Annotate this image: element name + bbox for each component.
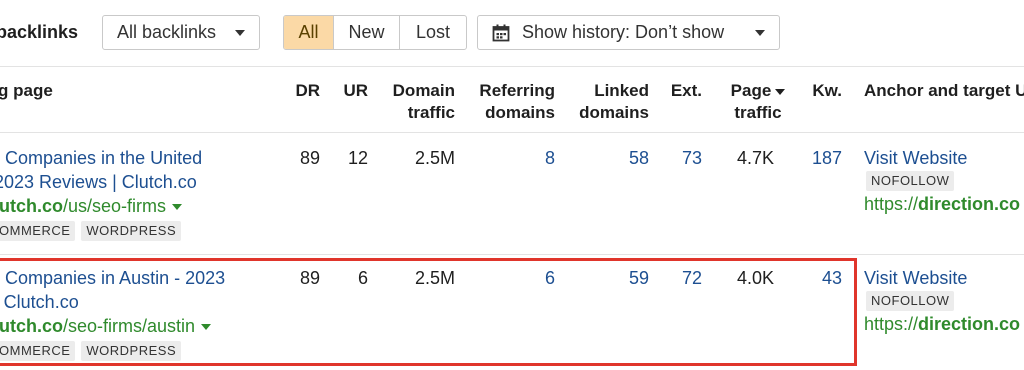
col-header-page-traffic-line1: Page [730,81,772,100]
divider [0,254,1024,255]
referring-page-url[interactable]: lutch.co/us/seo-firms [0,194,202,218]
col-header-ur[interactable]: UR [328,80,368,102]
sort-desc-icon [775,88,786,95]
col-header-page-traffic[interactable]: Page traffic [723,80,793,124]
anchor-cell: Visit Website NOFOLLOW https://direction… [864,266,1020,336]
col-header-domain-traffic-line1: Domain [392,81,455,100]
col-header-dr[interactable]: DR [280,80,320,102]
cell-kw[interactable]: 187 [790,146,842,170]
anchor-link[interactable]: Visit Website [864,146,1020,170]
show-history-dropdown[interactable]: Show history: Don’t show [477,15,780,50]
col-header-page-traffic-line2: traffic [734,103,782,122]
nofollow-badge: NOFOLLOW [866,171,955,191]
cell-dr: 89 [299,148,320,168]
target-url[interactable]: https://direction.co [864,192,1020,216]
cell-ur: 12 [347,148,368,168]
col-header-domain-traffic[interactable]: Domain traffic [375,80,455,124]
show-history-label: Show history: Don’t show [522,22,725,42]
url-domain: lutch.co [0,196,64,216]
col-header-linked-domains-line2: domains [579,103,649,122]
referring-page-title-line1[interactable]: ) Companies in the United [0,146,202,170]
divider [0,132,1024,133]
status-segmented-control: All New Lost [283,15,467,50]
segment-lost[interactable]: Lost [400,16,466,49]
divider [0,66,1024,67]
tag-badge: OMMERCE [0,221,76,241]
col-header-referring-page[interactable]: g page [0,80,53,102]
target-url-prefix: https:// [864,194,919,214]
referring-page-title-line2[interactable]: 2023 Reviews | Clutch.co [0,170,202,194]
col-header-referring-domains-line2: domains [485,103,555,122]
cell-referring-domains[interactable]: 8 [465,146,555,170]
page-title: backlinks [0,22,79,42]
backlinks-filter-label: All backlinks [117,22,217,42]
calendar-icon [492,24,510,41]
col-header-ext[interactable]: Ext. [660,80,702,102]
segment-new[interactable]: New [334,16,400,49]
cell-linked-domains[interactable]: 58 [565,146,649,170]
tag-list: OMMERCE WORDPRESS [0,221,202,241]
url-path: /us/seo-firms [63,196,167,216]
chevron-down-icon [755,30,765,36]
anchor-link[interactable]: Visit Website [864,266,1020,290]
col-header-linked-domains-line1: Linked [594,81,649,100]
col-header-linked-domains[interactable]: Linked domains [565,80,649,124]
highlight-box [0,258,857,366]
cell-ext[interactable]: 73 [660,146,702,170]
anchor-cell: Visit Website NOFOLLOW https://direction… [864,146,1020,216]
segment-all[interactable]: All [284,16,334,49]
col-header-referring-domains-line1: Referring [479,81,555,100]
target-url-domain: direction.co [918,314,1021,334]
cell-page-traffic: 4.7K [736,148,774,168]
col-header-kw[interactable]: Kw. [800,80,842,102]
nofollow-badge: NOFOLLOW [866,291,955,311]
col-header-domain-traffic-line2: traffic [407,103,455,122]
col-header-anchor[interactable]: Anchor and target U [864,80,1024,102]
target-url-domain: direction.co [918,194,1021,214]
table-row: ) Companies in the United 2023 Reviews |… [0,146,202,241]
target-url[interactable]: https://direction.co [864,312,1020,336]
chevron-down-icon [235,30,245,36]
chevron-down-icon[interactable] [172,204,183,211]
tag-badge: WORDPRESS [81,221,182,241]
target-url-prefix: https:// [864,314,919,334]
cell-domain-traffic: 2.5M [414,148,455,168]
col-header-referring-domains[interactable]: Referring domains [465,80,555,124]
backlinks-filter-dropdown[interactable]: All backlinks [102,15,260,50]
